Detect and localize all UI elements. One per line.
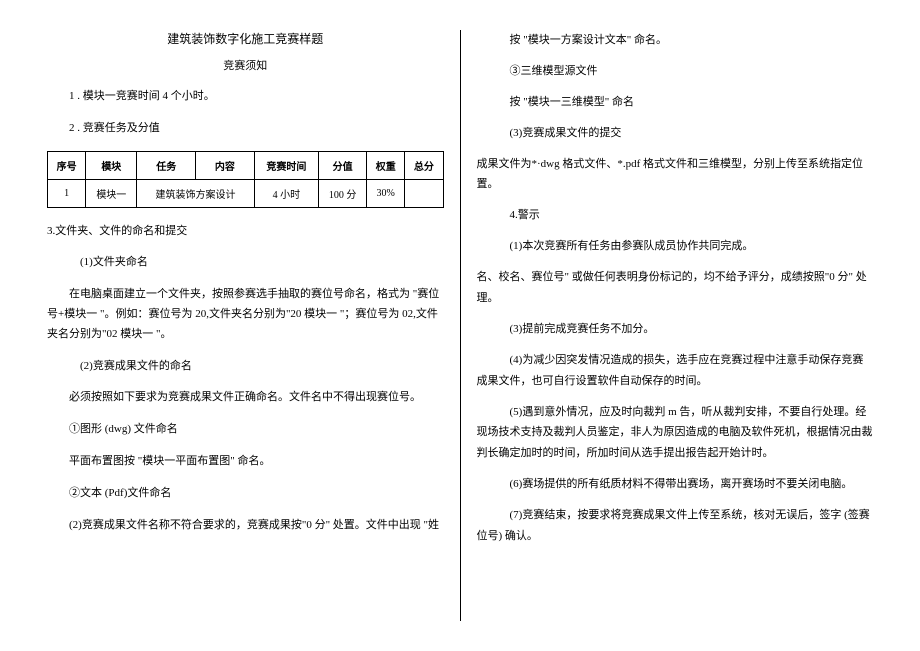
td-score: 100 分 <box>319 179 367 207</box>
r12: (6)赛场提供的所有纸质材料不得带出赛场，离开赛场时不要关闭电脑。 <box>477 474 874 495</box>
p-3-2a: 必须按照如下要求为竞赛成果文件正确命名。文件名中不得出现赛位号。 <box>47 388 444 408</box>
doc-subtitle: 竞赛须知 <box>47 57 444 73</box>
sub-3-1: (1)文件夹命名 <box>47 253 444 273</box>
r7: (1)本次竞赛所有任务由参赛队成员协作共同完成。 <box>477 236 874 257</box>
table-header-row: 序号 模块 任务 内容 竞赛时间 分值 权重 总分 <box>48 151 444 179</box>
left-column: 建筑装饰数字化施工竞赛样题 竞赛须知 1 . 模块一竞赛时间 4 个小时。 2 … <box>35 30 456 621</box>
doc-title: 建筑装饰数字化施工竞赛样题 <box>47 30 444 47</box>
item-3: 3.文件夹、文件的命名和提交 <box>47 222 444 242</box>
task-table: 序号 模块 任务 内容 竞赛时间 分值 权重 总分 1 模块一 建筑装饰方案设计… <box>47 151 444 208</box>
th-seq: 序号 <box>48 151 86 179</box>
r6: 4.警示 <box>477 205 874 226</box>
th-weight: 权重 <box>367 151 405 179</box>
p-3-2c: 平面布置图按 "模块一平面布置图" 命名。 <box>47 452 444 472</box>
r9: (3)提前完成竞赛任务不加分。 <box>477 319 874 340</box>
th-content: 内容 <box>196 151 255 179</box>
p-3-2e: (2)竞赛成果文件名称不符合要求的，竞赛成果按"0 分" 处置。文件中出现 "姓 <box>47 516 444 536</box>
r2: ③三维模型源文件 <box>477 61 874 82</box>
td-time: 4 小时 <box>254 179 318 207</box>
r10: (4)为减少因突发情况造成的损失，选手应在竞赛过程中注意手动保存竞赛成果文件，也… <box>477 350 874 392</box>
r5: 成果文件为*·dwg 格式文件、*.pdf 格式文件和三维模型，分别上传至系统指… <box>477 154 874 196</box>
sub-3-2: (2)竞赛成果文件的命名 <box>47 357 444 377</box>
td-seq: 1 <box>48 179 86 207</box>
td-weight: 30% <box>367 179 405 207</box>
r4: (3)竞赛成果文件的提交 <box>477 123 874 144</box>
table-row: 1 模块一 建筑装饰方案设计 4 小时 100 分 30% <box>48 179 444 207</box>
th-score: 分值 <box>319 151 367 179</box>
r1: 按 "模块一方案设计文本" 命名。 <box>477 30 874 51</box>
th-time: 竞赛时间 <box>254 151 318 179</box>
right-column: 按 "模块一方案设计文本" 命名。 ③三维模型源文件 按 "模块一三维模型" 命… <box>465 30 886 621</box>
r13: (7)竞赛结束，按要求将竞赛成果文件上传至系统，核对无误后，签字 (签赛位号) … <box>477 505 874 547</box>
item-2: 2 . 竞赛任务及分值 <box>47 119 444 139</box>
td-task: 建筑装饰方案设计 <box>137 179 254 207</box>
item-1: 1 . 模块一竞赛时间 4 个小时。 <box>47 87 444 107</box>
th-task: 任务 <box>137 151 196 179</box>
r8: 名、校名、赛位号" 或做任何表明身份标记的，均不给予评分，成绩按照"0 分" 处… <box>477 267 874 309</box>
r3: 按 "模块一三维模型" 命名 <box>477 92 874 113</box>
td-total <box>405 179 443 207</box>
p-3-2d: ②文本 (Pdf)文件命名 <box>47 484 444 504</box>
p-3-2b: ①图形 (dwg) 文件命名 <box>47 420 444 440</box>
th-total: 总分 <box>405 151 443 179</box>
p-3-1: 在电脑桌面建立一个文件夹，按照参赛选手抽取的赛位号命名，格式为 "赛位号+模块一… <box>47 285 444 344</box>
td-module: 模块一 <box>86 179 137 207</box>
th-module: 模块 <box>86 151 137 179</box>
r11: (5)遇到意外情况，应及时向裁判 m 告，听从裁判安排，不要自行处理。经现场技术… <box>477 402 874 465</box>
column-divider <box>460 30 461 621</box>
